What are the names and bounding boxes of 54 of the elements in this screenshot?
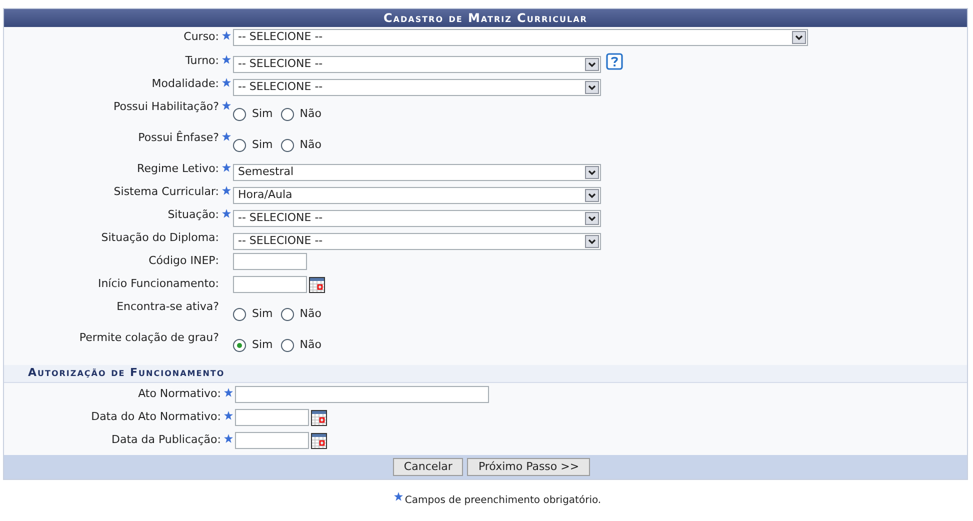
next-step-button[interactable]: Próximo Passo >> xyxy=(467,458,590,476)
calendar-icon[interactable] xyxy=(311,432,327,448)
select-field[interactable]: Semestral xyxy=(233,164,601,181)
field-label: Ato Normativo: xyxy=(138,386,221,402)
field-label: Modalidade: xyxy=(152,76,219,92)
calendar-icon[interactable] xyxy=(309,276,325,292)
select-field[interactable]: -- SELECIONE -- xyxy=(233,233,601,250)
calendar-icon[interactable] xyxy=(311,410,327,426)
radio-label: Não xyxy=(300,137,322,153)
radio-button[interactable] xyxy=(280,308,294,321)
form-title: Cadastro de Matriz Curricular xyxy=(384,10,588,27)
input-field[interactable] xyxy=(235,386,489,403)
date-field[interactable] xyxy=(233,276,307,293)
radio-button[interactable] xyxy=(233,308,246,321)
radio-button[interactable] xyxy=(233,108,246,121)
select-field[interactable]: -- SELECIONE -- xyxy=(233,210,601,227)
field-label: Início Funcionamento: xyxy=(98,276,219,292)
field-label: Permite colação de grau? xyxy=(79,330,219,346)
help-icon[interactable] xyxy=(606,53,623,70)
radio-label: Não xyxy=(300,106,322,122)
select-field[interactable]: -- SELECIONE -- xyxy=(233,29,808,46)
required-star-icon xyxy=(394,492,403,501)
field-label: Regime Letivo: xyxy=(137,161,219,177)
field-label: Possui Ênfase? xyxy=(138,130,219,146)
cancel-button[interactable]: Cancelar xyxy=(392,458,464,476)
radio-button[interactable] xyxy=(233,338,246,352)
radio-label: Sim xyxy=(252,337,273,353)
field-label: Data da Publicação: xyxy=(111,432,221,448)
section-title: Autorização de Funcionamento xyxy=(28,365,225,382)
radio-label: Sim xyxy=(252,137,273,153)
required-fields-note: Campos de preenchimento obrigatório. xyxy=(404,494,602,508)
radio-label: Não xyxy=(300,306,322,322)
field-label: Sistema Curricular: xyxy=(114,184,219,200)
select-field[interactable]: -- SELECIONE -- xyxy=(233,56,601,73)
radio-label: Sim xyxy=(252,106,273,122)
field-label: Encontra-se ativa? xyxy=(116,299,219,315)
field-label: Código INEP: xyxy=(148,253,219,269)
field-label: Situação do Diploma: xyxy=(101,230,219,246)
radio-button[interactable] xyxy=(280,108,294,121)
radio-label: Sim xyxy=(252,306,273,322)
field-label: Data do Ato Normativo: xyxy=(91,409,221,425)
radio-label: Não xyxy=(300,337,322,353)
field-label: Situação: xyxy=(168,207,219,223)
date-field[interactable] xyxy=(235,432,309,449)
select-field[interactable]: -- SELECIONE -- xyxy=(233,79,601,96)
input-field[interactable] xyxy=(233,253,307,270)
field-label: Turno: xyxy=(185,53,219,69)
radio-button[interactable] xyxy=(280,138,294,152)
radio-button[interactable] xyxy=(280,338,294,352)
radio-button[interactable] xyxy=(233,138,246,152)
field-label: Curso: xyxy=(184,29,219,45)
date-field[interactable] xyxy=(235,409,309,426)
select-field[interactable]: Hora/Aula xyxy=(233,187,601,204)
field-label: Possui Habilitação? xyxy=(113,99,219,115)
